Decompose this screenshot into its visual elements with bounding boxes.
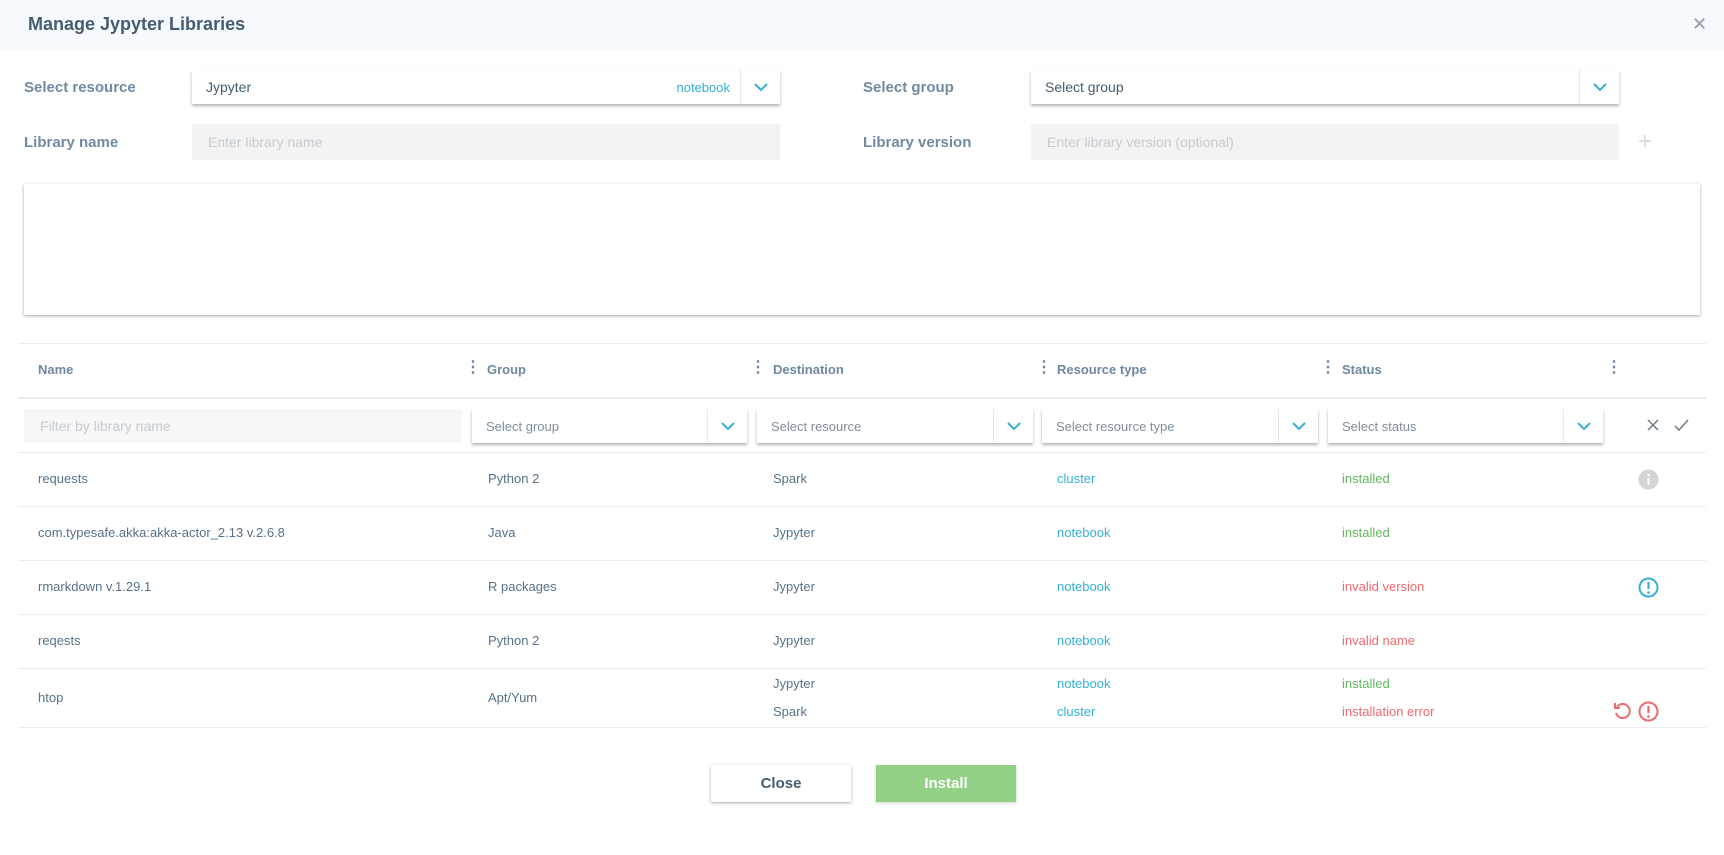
- status-badge: installed: [1342, 471, 1390, 486]
- close-button[interactable]: Close: [711, 765, 851, 802]
- status-badge: installed: [1342, 676, 1390, 691]
- column-header-group: Group: [487, 362, 526, 377]
- library-name-label: Library name: [24, 134, 119, 151]
- library-name: com.typesafe.akka:akka-actor_2.13 v.2.6.…: [38, 525, 285, 540]
- status-badge: installation error: [1342, 704, 1435, 719]
- divider: [18, 343, 1706, 344]
- resource-type: notebook: [1057, 525, 1111, 540]
- row-divider: [18, 614, 1706, 615]
- resource-tag: notebook: [676, 79, 731, 95]
- chevron-down-icon[interactable]: [707, 409, 747, 443]
- status-badge: installed: [1342, 525, 1390, 540]
- column-header-resource-type: Resource type: [1057, 362, 1147, 377]
- warning-icon[interactable]: [1638, 577, 1659, 601]
- chevron-down-icon[interactable]: [1278, 409, 1318, 443]
- library-group: Python 2: [488, 633, 540, 648]
- column-header-status: Status: [1342, 362, 1382, 377]
- column-header-name: Name: [38, 362, 74, 377]
- error-icon[interactable]: [1638, 701, 1659, 725]
- destination: Spark: [773, 471, 807, 486]
- dialog-header: [0, 0, 1724, 50]
- library-version-input[interactable]: [1031, 124, 1619, 160]
- filter-resource-placeholder: Select resource: [771, 418, 862, 434]
- library-name: requests: [38, 471, 88, 486]
- row-divider: [18, 668, 1706, 669]
- library-version-label: Library version: [863, 134, 972, 151]
- library-name-input[interactable]: [192, 124, 780, 160]
- chevron-down-icon[interactable]: [993, 409, 1033, 443]
- group-placeholder: Select group: [1045, 79, 1124, 95]
- info-icon[interactable]: [1638, 469, 1659, 493]
- status-badge: invalid name: [1342, 633, 1415, 648]
- destination: Jypyter: [773, 676, 815, 691]
- destination: Jypyter: [773, 633, 815, 648]
- column-menu-icon[interactable]: ⋮: [465, 360, 481, 376]
- resource-type: cluster: [1057, 471, 1096, 486]
- chevron-down-icon[interactable]: [1579, 70, 1619, 104]
- filter-resource-type-select[interactable]: Select resource type: [1042, 409, 1318, 443]
- resource-type: cluster: [1057, 704, 1096, 719]
- column-menu-icon[interactable]: ⋮: [1036, 360, 1052, 376]
- column-menu-icon[interactable]: ⋮: [750, 360, 766, 376]
- resource-type: notebook: [1057, 633, 1111, 648]
- filter-status-select[interactable]: Select status: [1328, 409, 1603, 443]
- library-name: htop: [38, 689, 64, 705]
- library-name: rmarkdown v.1.29.1: [38, 579, 152, 594]
- apply-filter-icon[interactable]: [1674, 418, 1689, 435]
- selected-libraries-area: [24, 184, 1700, 315]
- library-group: Java: [488, 525, 516, 540]
- row-divider: [18, 506, 1706, 507]
- retry-icon[interactable]: [1612, 701, 1632, 724]
- chevron-down-icon[interactable]: [1563, 409, 1603, 443]
- column-menu-icon[interactable]: ⋮: [1606, 360, 1622, 376]
- library-name: reqests: [38, 633, 81, 648]
- add-library-button[interactable]: +: [1638, 128, 1652, 156]
- library-group: Apt/Yum: [488, 689, 538, 705]
- resource-value: Jypyter: [206, 79, 252, 95]
- select-resource-label: Select resource: [24, 79, 136, 96]
- row-divider: [18, 727, 1706, 728]
- filter-group-placeholder: Select group: [486, 418, 559, 434]
- column-menu-icon[interactable]: ⋮: [1320, 360, 1336, 376]
- resource-type: notebook: [1057, 579, 1111, 594]
- destination: Jypyter: [773, 579, 815, 594]
- library-group: Python 2: [488, 471, 540, 486]
- divider: [18, 452, 1706, 453]
- resource-select[interactable]: Jypyter notebook: [192, 70, 780, 104]
- filter-status-placeholder: Select status: [1342, 418, 1417, 434]
- dialog-title: Manage Jypyter Libraries: [28, 14, 246, 34]
- status-badge: invalid version: [1342, 579, 1425, 594]
- chevron-down-icon[interactable]: [740, 70, 780, 104]
- filter-resource-select[interactable]: Select resource: [757, 409, 1033, 443]
- clear-filter-icon[interactable]: [1646, 418, 1660, 435]
- library-group: R packages: [488, 579, 557, 594]
- divider: [18, 397, 1706, 399]
- resource-type: notebook: [1057, 676, 1111, 691]
- select-group-label: Select group: [863, 79, 954, 96]
- destination: Spark: [773, 704, 807, 719]
- destination: Jypyter: [773, 525, 815, 540]
- install-button[interactable]: Install: [876, 765, 1016, 802]
- group-select[interactable]: Select group: [1031, 70, 1619, 104]
- row-divider: [18, 560, 1706, 561]
- filter-name-input[interactable]: [24, 409, 462, 443]
- filter-resource-type-placeholder: Select resource type: [1056, 418, 1175, 434]
- filter-group-select[interactable]: Select group: [472, 409, 747, 443]
- close-icon[interactable]: ✕: [1692, 14, 1707, 35]
- column-header-destination: Destination: [773, 362, 844, 377]
